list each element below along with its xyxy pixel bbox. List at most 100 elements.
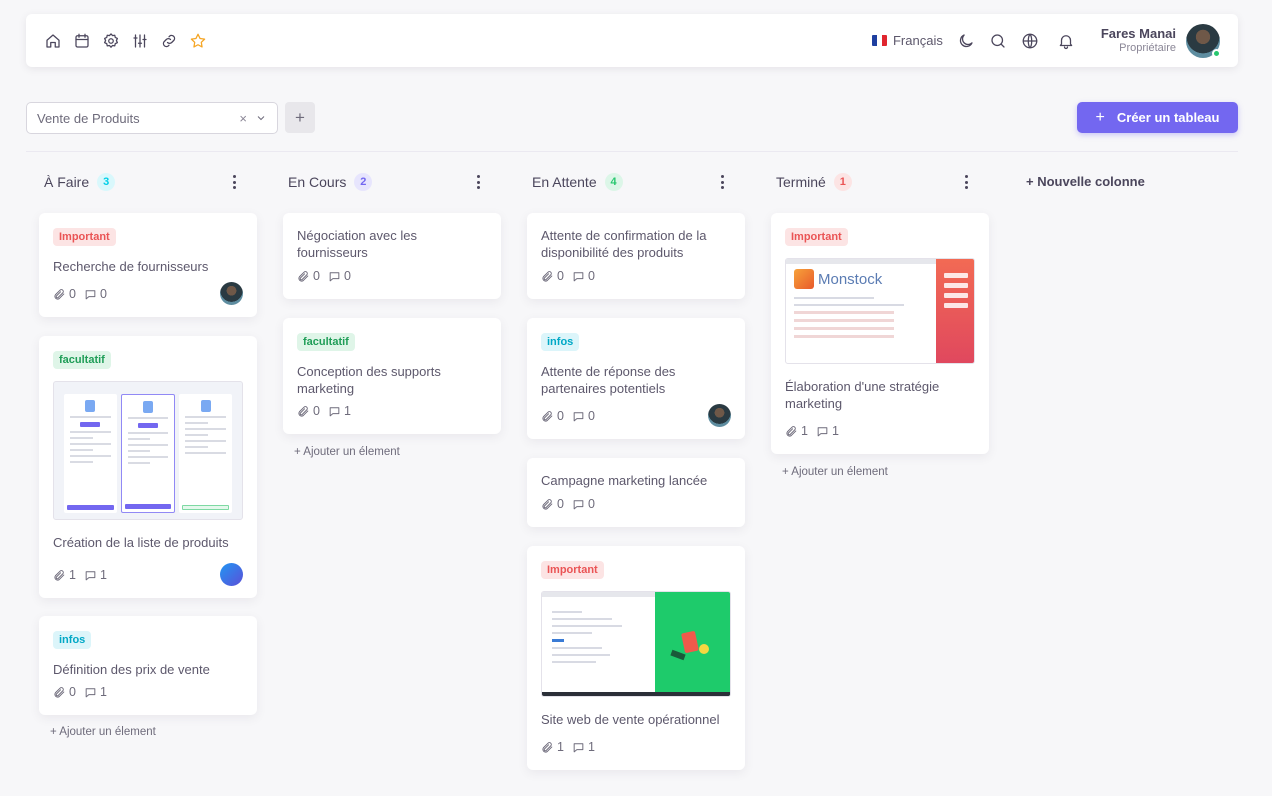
user-menu[interactable]: Fares Manai Propriétaire [1100,23,1221,58]
task-card[interactable]: facultatif Création de la liste de produ… [39,336,257,598]
search-icon[interactable] [989,32,1007,50]
task-card[interactable]: infos Attente de réponse des partenaires… [527,318,745,439]
user-avatar[interactable] [1186,23,1221,58]
attachment-count: 0 [69,287,76,301]
card-meta: 0 0 [53,287,115,301]
card-title: Négociation avec les fournisseurs [297,228,417,260]
column-header-termine: Terminé 1 [776,173,986,191]
card-title: Attente de réponse des partenaires poten… [541,364,676,396]
clear-selection-icon[interactable]: × [239,111,247,126]
tag-badge: Important [541,561,604,579]
card-title: Attente de confirmation de la disponibil… [541,228,707,260]
plus-icon: + [1095,108,1105,126]
attachment-count: 0 [557,409,564,423]
board-select[interactable]: Vente de Produits × [26,102,278,134]
task-card[interactable]: infos Définition des prix de vente 0 1 [39,616,257,715]
star-icon[interactable] [189,32,207,50]
task-card[interactable]: Attente de confirmation de la disponibil… [527,213,745,299]
column-title: À Faire [44,174,90,190]
card-meta: 0 1 [53,685,115,699]
column-menu-icon[interactable] [958,174,974,190]
comment-icon [85,289,96,299]
chevron-down-icon[interactable] [255,112,267,124]
task-card[interactable]: Important Monstock Élaboration d'une str… [771,213,989,454]
card-title: Campagne marketing lancée [541,473,708,488]
column-count-badge: 3 [97,173,116,191]
comment-icon [573,499,584,509]
task-card[interactable]: facultatif Conception des supports marke… [283,318,501,434]
pricing-plan-preview [64,394,117,513]
home-icon[interactable] [44,32,62,50]
assignee-avatar[interactable] [220,282,243,305]
add-column-button[interactable]: + Nouvelle colonne [1026,174,1145,189]
task-card[interactable]: Important Site web de vente opérationnel… [527,546,745,770]
globe-icon[interactable] [1021,32,1039,50]
assignee-avatar[interactable] [220,563,243,586]
column-menu-icon[interactable] [226,174,242,190]
attachment-count: 0 [313,269,320,283]
column-title: En Attente [532,174,597,190]
card-meta: 0 0 [541,269,603,283]
task-card[interactable]: Négociation avec les fournisseurs 0 0 [283,213,501,299]
bell-icon[interactable] [1057,32,1075,50]
paperclip-icon [542,498,553,510]
column-count-badge: 2 [354,173,373,191]
column-menu-icon[interactable] [714,174,730,190]
column-count-badge: 1 [833,173,852,191]
add-board-button[interactable]: + [285,102,315,133]
card-meta: 0 0 [541,497,603,511]
tag-badge: infos [53,631,92,649]
tag-badge: infos [541,333,580,351]
card-title: Site web de vente opérationnel [541,712,720,727]
task-card[interactable]: Campagne marketing lancée 0 0 [527,458,745,527]
add-item-link[interactable]: + Ajouter un élement [50,726,156,738]
link-icon[interactable] [160,32,178,50]
create-board-label: Créer un tableau [1116,110,1220,125]
column-header-en-cours: En Cours 2 [288,173,498,191]
settings-icon[interactable] [102,32,120,50]
card-image-pricing [53,381,243,520]
attachment-count: 1 [557,740,564,754]
card-meta: 1 1 [541,740,603,754]
calendar-icon[interactable] [73,32,91,50]
card-image-monstock: Monstock [785,258,975,364]
tag-badge: facultatif [53,351,111,369]
paperclip-icon [298,405,309,417]
card-title: Définition des prix de vente [53,662,210,677]
create-board-button[interactable]: + Créer un tableau [1077,102,1238,133]
comment-icon [329,271,340,281]
add-item-link[interactable]: + Ajouter un élement [782,466,888,478]
column-menu-icon[interactable] [470,174,486,190]
task-card[interactable]: Important Recherche de fournisseurs 0 0 [39,213,257,317]
card-meta: 0 1 [297,404,359,418]
moon-icon[interactable] [957,32,975,50]
column-title: En Cours [288,174,347,190]
nav-right: Français Fares Manai Propriétaire [871,23,1221,58]
comment-icon [85,687,96,697]
attachment-count: 1 [69,568,76,582]
comment-count: 0 [99,287,107,301]
attachment-count: 0 [313,404,320,418]
paperclip-icon [54,686,65,698]
comment-count: 0 [587,409,595,423]
user-name: Fares Manai [1100,26,1176,42]
paperclip-icon [54,288,65,300]
comment-icon [573,742,584,752]
language-switcher[interactable]: Français [871,33,943,48]
adjustments-icon[interactable] [131,32,149,50]
paperclip-icon [542,741,553,753]
add-item-link[interactable]: + Ajouter un élement [294,446,400,458]
tag-badge: facultatif [297,333,355,351]
card-image-website [541,591,731,697]
comment-count: 0 [587,497,595,511]
user-role: Propriétaire [1119,41,1176,54]
comment-icon [329,406,340,416]
comment-count: 0 [587,269,595,283]
assignee-avatar[interactable] [708,404,731,427]
card-title: Élaboration d'une stratégie marketing [785,379,940,411]
tag-badge: Important [785,228,848,246]
divider [26,151,1238,152]
comment-icon [85,570,96,580]
nav-shortcuts [44,32,207,50]
language-label: Français [892,33,943,48]
